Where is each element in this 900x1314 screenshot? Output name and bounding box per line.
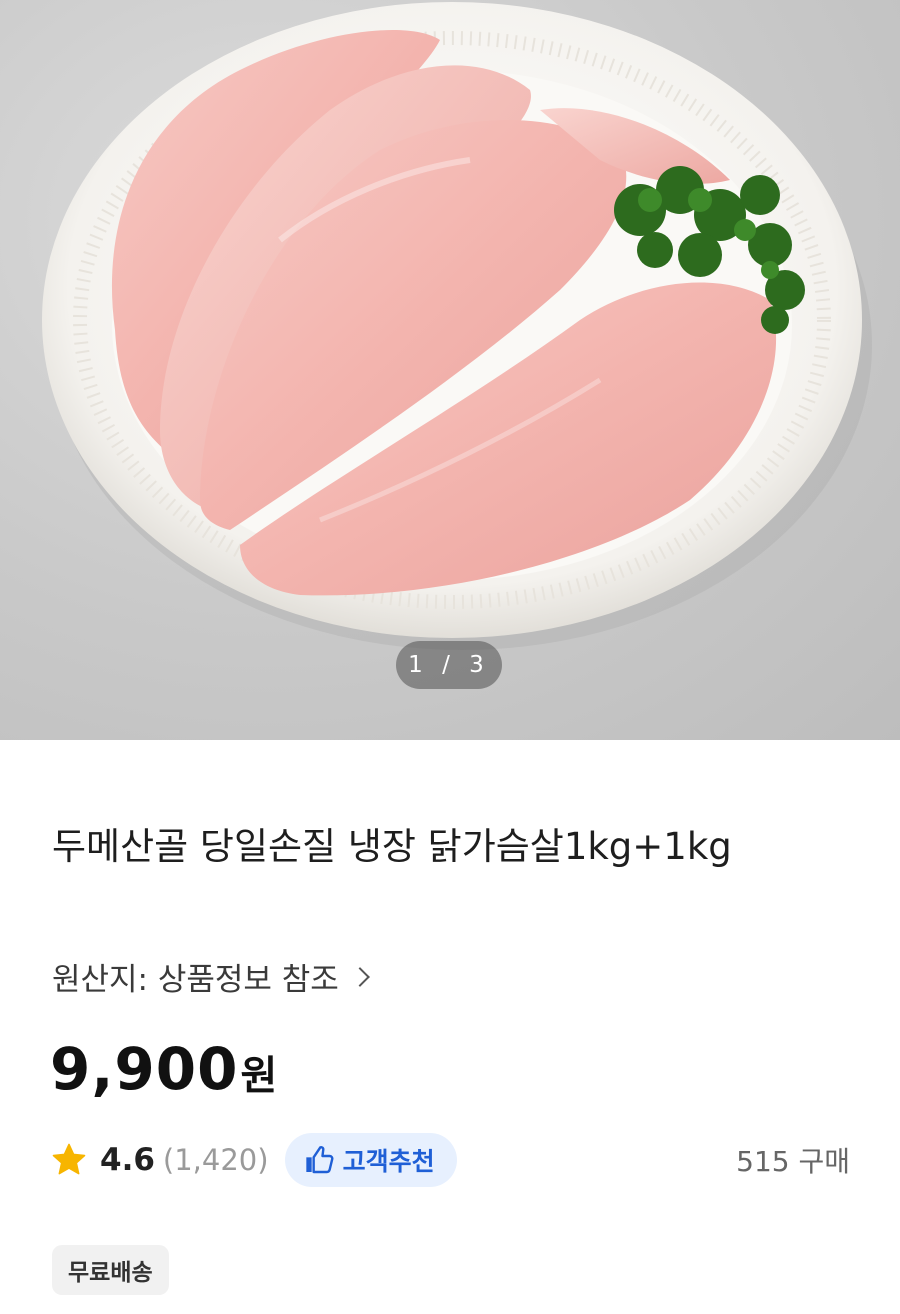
rating-row: 4.6 (1,420) 고객추천 515 구매	[50, 1133, 850, 1187]
origin-label: 원산지: 상품정보 참조	[52, 962, 339, 998]
free-shipping-badge: 무료배송	[52, 1245, 169, 1295]
price-unit: 원	[240, 1053, 278, 1099]
product-photo	[42, 2, 872, 650]
rating-score[interactable]: 4.6	[100, 1142, 155, 1178]
product-image-carousel[interactable]: 1 / 3	[0, 0, 900, 740]
product-title: 두메산골 당일손질 냉장 닭가슴살1kg+1kg	[52, 825, 732, 868]
image-counter: 1 / 3	[396, 641, 502, 689]
star-icon	[52, 1143, 86, 1175]
price: 9,900 원	[50, 1035, 277, 1103]
review-count[interactable]: (1,420)	[163, 1143, 269, 1177]
chevron-right-icon	[349, 966, 370, 987]
price-amount: 9,900	[50, 1035, 239, 1103]
purchase-count: 515 구매	[736, 1145, 850, 1178]
thumbs-up-icon	[305, 1146, 334, 1174]
origin-link[interactable]: 원산지: 상품정보 참조	[52, 954, 370, 999]
recommend-label: 고객추천	[342, 1147, 435, 1176]
customer-recommend-badge[interactable]: 고객추천	[284, 1133, 457, 1187]
